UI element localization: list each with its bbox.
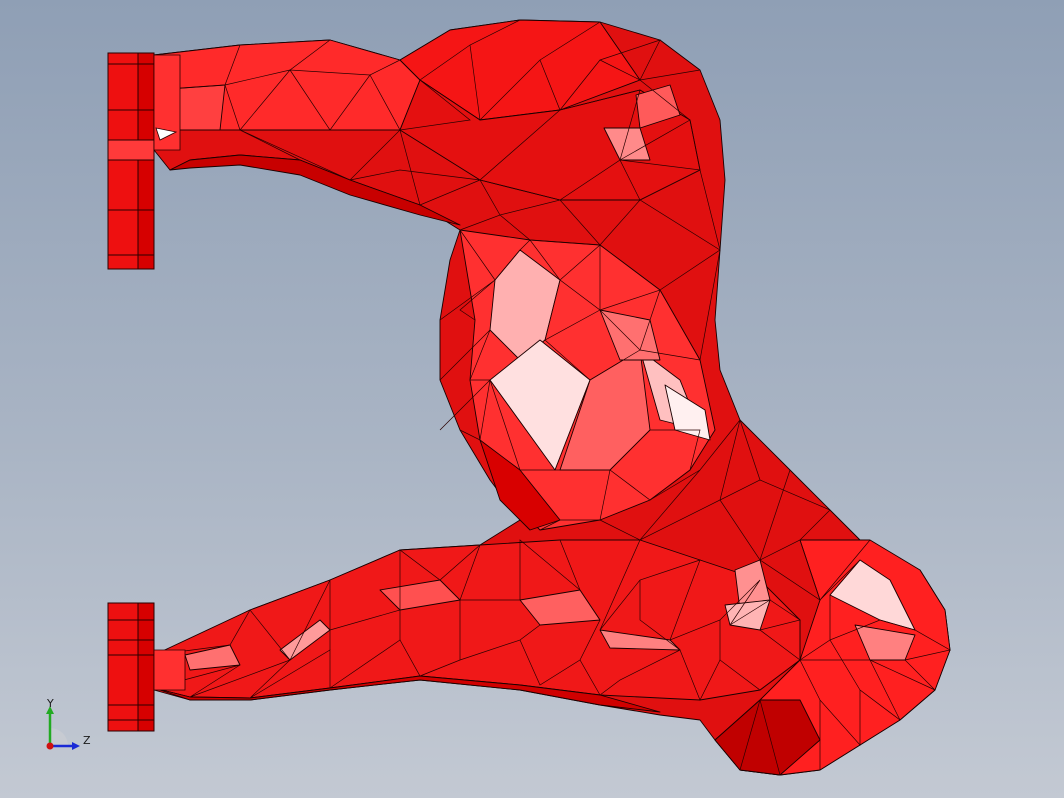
orientation-triad[interactable]: Y Z: [38, 698, 98, 758]
flange-joins: [153, 54, 186, 691]
top-flange: [107, 52, 155, 270]
bottom-flange: [107, 602, 155, 732]
3d-model[interactable]: [0, 0, 1064, 798]
y-axis-label: Y: [47, 697, 54, 710]
3d-viewport[interactable]: Y Z: [0, 0, 1064, 798]
z-axis-label: Z: [83, 734, 91, 747]
manifold-body: [153, 19, 951, 776]
